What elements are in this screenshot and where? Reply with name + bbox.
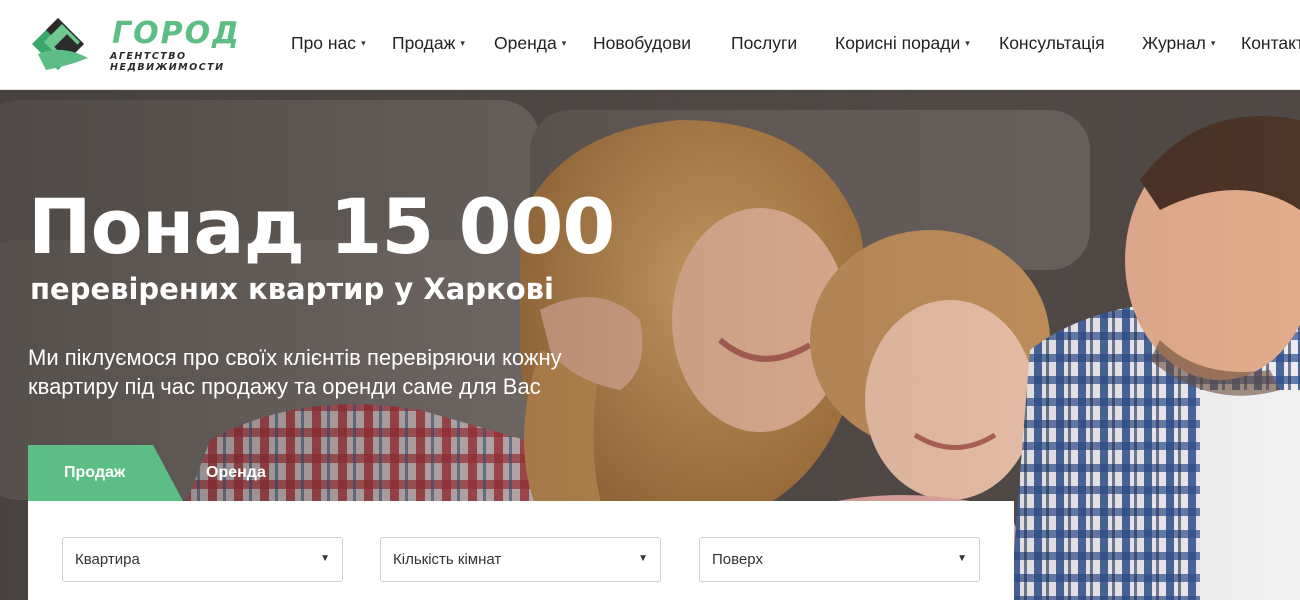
nav-item-journal[interactable]: Журнал ▾	[1142, 33, 1215, 55]
nav-item-label: Новобудови	[593, 33, 692, 53]
site-header: ГОРОД АГЕНТСТВО НЕДВИЖИМОСТИ Про нас ▾ Пр…	[0, 0, 1300, 90]
chevron-down-icon: ▾	[460, 38, 465, 48]
hero-banner: Понад 15 000 перевірених квартир у Харко…	[0, 90, 1300, 600]
tab-label: Продаж	[64, 464, 126, 481]
nav-item-label: Послуги	[731, 33, 798, 53]
nav-item-useful-tips[interactable]: Корисні поради ▾	[835, 33, 970, 55]
chevron-down-icon: ▾	[965, 38, 970, 48]
chevron-down-icon: ▾	[361, 38, 366, 48]
logo[interactable]: ГОРОД АГЕНТСТВО НЕДВИЖИМОСТИ	[28, 14, 241, 78]
nav-item-label: Журнал	[1142, 33, 1206, 53]
select-value: Кількість кімнат	[393, 551, 502, 568]
nav-item-contacts[interactable]: Контакти	[1241, 33, 1300, 55]
select-value: Квартира	[75, 551, 140, 568]
dropdown-arrow-icon: ▼	[320, 553, 330, 564]
nav-item-new-buildings[interactable]: Новобудови	[593, 33, 691, 55]
nav-item-label: Про нас	[291, 33, 357, 53]
logo-name: ГОРОД	[112, 16, 241, 51]
nav-item-label: Консультація	[999, 33, 1105, 53]
nav-item-label: Контакти	[1241, 33, 1300, 53]
hero-title: Понад 15 000	[28, 182, 615, 271]
nav-item-label: Продаж	[392, 33, 456, 53]
nav-item-sale[interactable]: Продаж ▾	[392, 33, 465, 55]
chevron-down-icon: ▾	[561, 38, 567, 48]
rooms-count-select[interactable]: Кількість кімнат ▼	[380, 537, 661, 582]
logo-subtitle-line1: АГЕНТСТВО	[110, 51, 187, 62]
nav-item-about[interactable]: Про нас ▾	[291, 33, 366, 55]
nav-item-consultation[interactable]: Консультація	[999, 33, 1105, 55]
hero-subtitle: перевірених квартир у Харкові	[30, 272, 554, 306]
tab-sale[interactable]: Продаж	[28, 445, 183, 501]
select-value: Поверх	[712, 551, 763, 568]
nav-item-rent[interactable]: Оренда ▾	[494, 33, 566, 55]
property-type-select[interactable]: Квартира ▼	[62, 537, 343, 582]
logo-diamond-icon	[32, 18, 88, 70]
nav-item-label: Корисні поради	[835, 33, 961, 53]
nav-item-services[interactable]: Послуги	[731, 33, 797, 55]
hero-description: Ми піклуємося про своїх клієнтів перевір…	[28, 345, 562, 399]
logo-subtitle-line2: НЕДВИЖИМОСТИ	[110, 62, 225, 73]
chevron-down-icon: ▾	[1210, 38, 1216, 48]
nav-item-label: Оренда	[494, 33, 557, 53]
search-panel: Квартира ▼ Кількість кімнат ▼ Поверх ▼	[28, 501, 1014, 600]
tab-rent[interactable]: Оренда	[206, 464, 266, 482]
dropdown-arrow-icon: ▼	[638, 553, 648, 564]
dropdown-arrow-icon: ▼	[957, 553, 967, 564]
floor-select[interactable]: Поверх ▼	[699, 537, 980, 582]
